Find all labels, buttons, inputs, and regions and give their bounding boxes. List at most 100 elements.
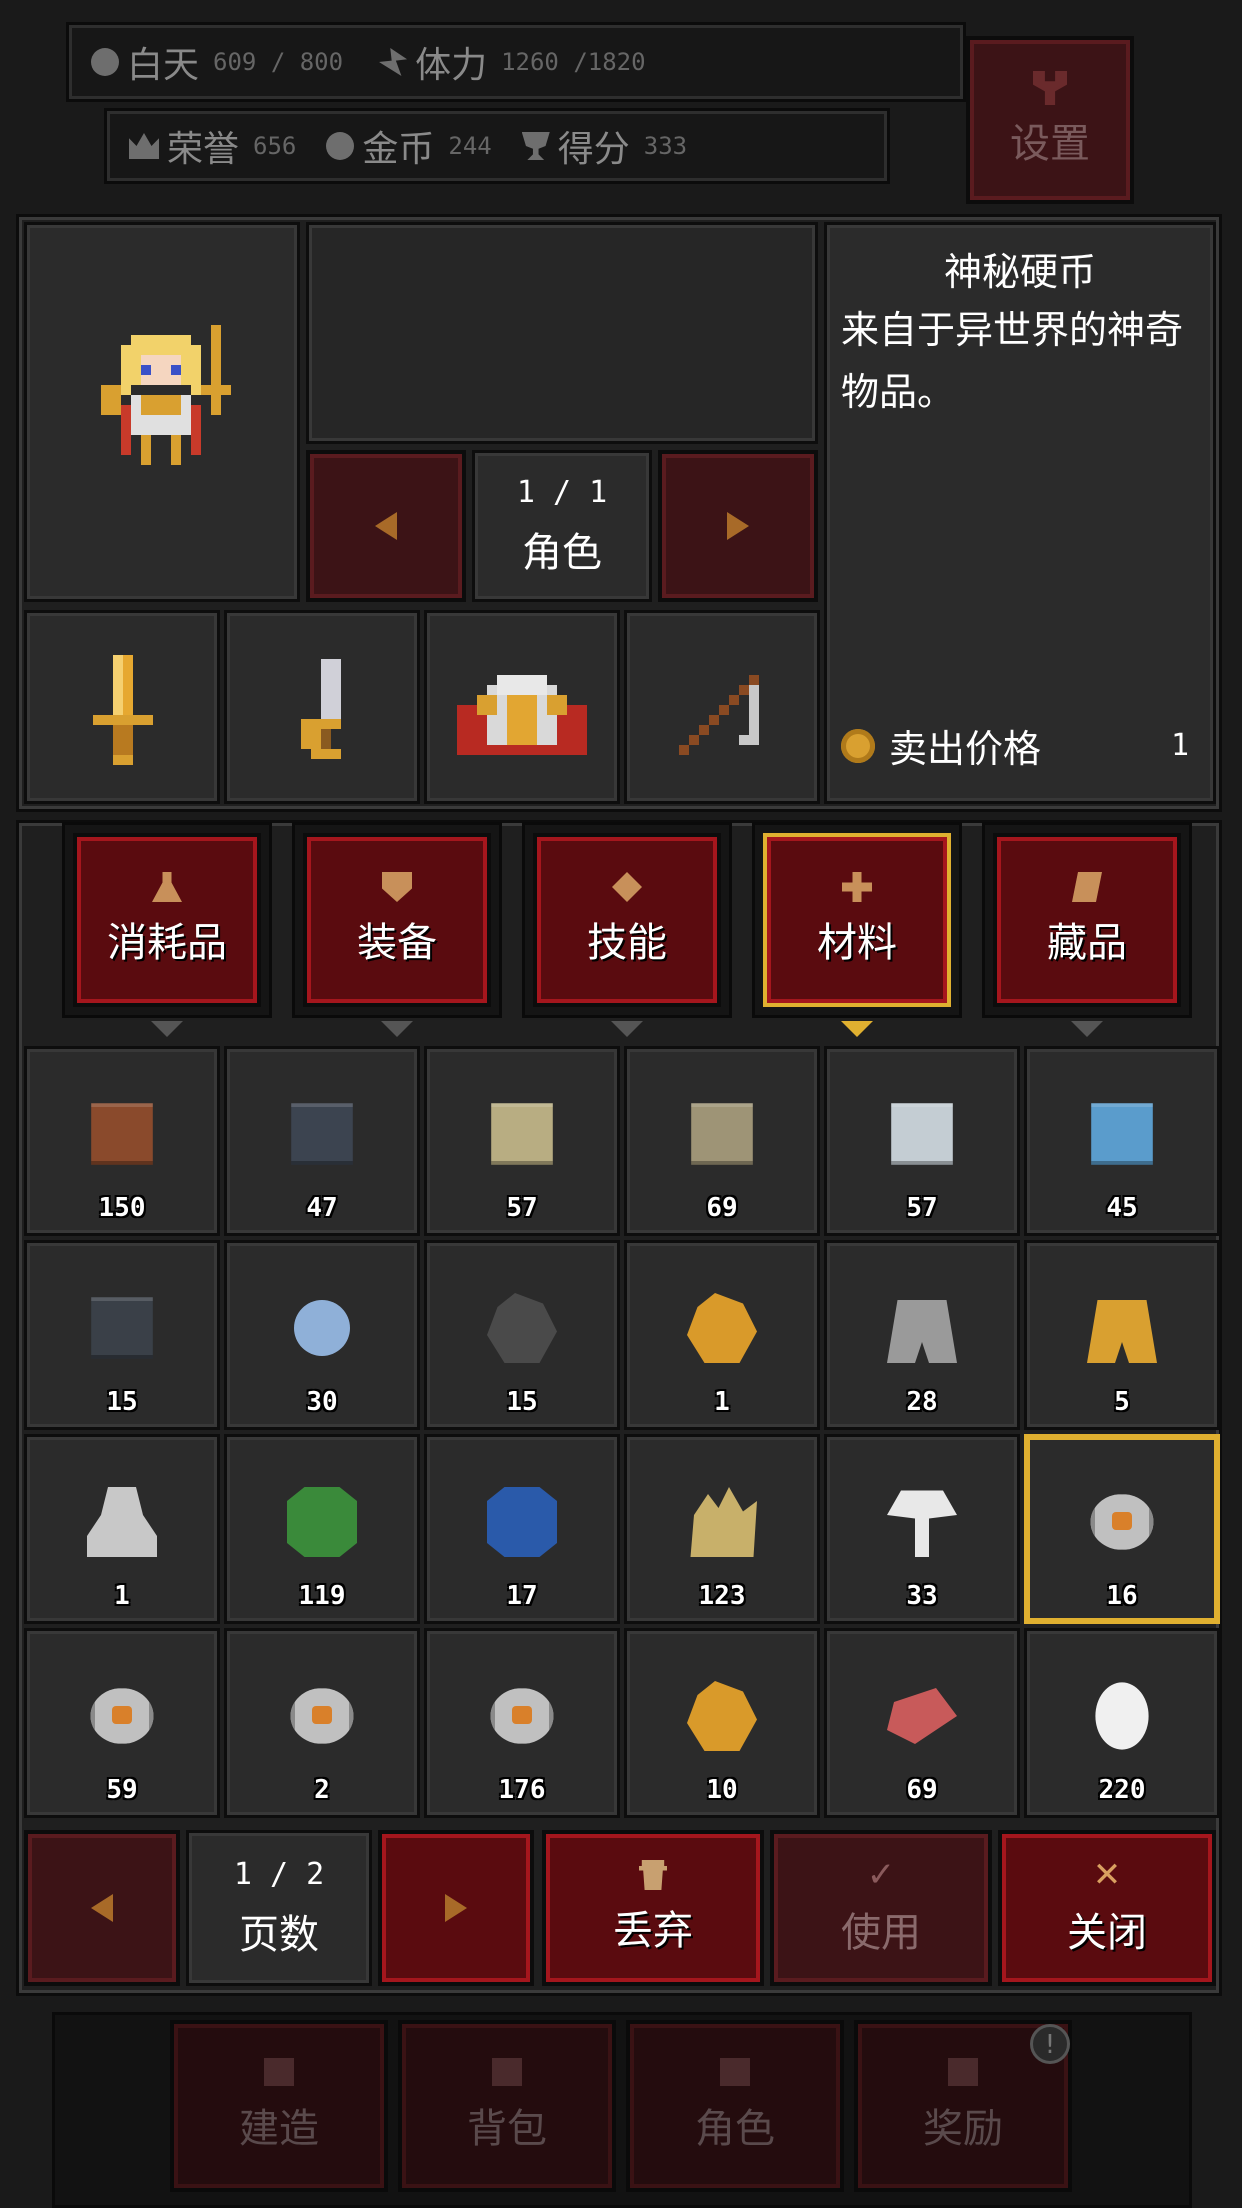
arrow-right-icon (445, 1894, 467, 1922)
mossy-stone-icon (691, 1103, 753, 1165)
item-count: 176 (498, 1775, 546, 1805)
inventory-slot[interactable]: 176 (424, 1628, 620, 1818)
sword-icon (93, 655, 153, 765)
bottom-nav-backpack[interactable]: 背包 (398, 2020, 616, 2192)
coin-emblem-icon (112, 1706, 132, 1724)
sun-icon (91, 48, 119, 76)
item-count: 1 (714, 1387, 730, 1417)
character-page-number: 1 / 1 (516, 474, 608, 510)
coin-icon (1090, 1494, 1154, 1550)
equip-slot-staff[interactable] (624, 610, 820, 804)
inventory-slot[interactable]: 15 (24, 1240, 220, 1430)
gold-label: 金币 (362, 129, 435, 170)
tab-2[interactable]: 技能 (522, 822, 732, 1037)
item-count: 28 (906, 1387, 938, 1417)
inventory-slot[interactable]: 57 (424, 1046, 620, 1236)
inventory-slot[interactable]: 1 (624, 1240, 820, 1430)
scroll-icon (1072, 872, 1102, 902)
tab-1[interactable]: 装备 (292, 822, 502, 1037)
item-detail-description: 来自于异世界的神奇物品。 (841, 308, 1184, 414)
arrow-right-icon (727, 512, 749, 540)
equip-slot-armor[interactable] (424, 610, 620, 804)
tab-pointer-icon (381, 1021, 413, 1037)
inventory-slot[interactable]: 28 (824, 1240, 1020, 1430)
gold-ore-icon (687, 1293, 757, 1363)
item-count: 57 (906, 1193, 938, 1223)
tab-button[interactable]: 装备 (303, 833, 491, 1007)
inventory-slot[interactable]: 150 (24, 1046, 220, 1236)
score-stat: 得分 333 (521, 120, 687, 172)
status-bar-bottom: 荣誉 656 金币 244 得分 333 (104, 108, 890, 184)
tab-0[interactable]: 消耗品 (62, 822, 272, 1037)
notification-badge-icon: ! (1030, 2024, 1070, 2064)
item-count: 45 (1106, 1193, 1138, 1223)
hero-sprite-icon (101, 325, 231, 465)
check-icon: ✓ (866, 1855, 896, 1895)
close-button[interactable]: ✕ 关闭 (998, 1830, 1216, 1986)
inventory-slot[interactable]: 16 (1024, 1434, 1220, 1624)
page-pager: 1 / 2 页数 (186, 1830, 372, 1986)
settings-button[interactable]: 设置 (966, 36, 1134, 204)
tab-3[interactable]: 材料 (752, 822, 962, 1037)
dagger-icon (301, 659, 341, 759)
inventory-slot[interactable]: 123 (624, 1434, 820, 1624)
inventory-slot[interactable]: 1 (24, 1434, 220, 1624)
daytime-label: 白天 (127, 45, 200, 86)
item-count: 57 (506, 1193, 538, 1223)
gear-orb-icon (294, 1300, 350, 1356)
inventory-slot[interactable]: 45 (1024, 1046, 1220, 1236)
inventory-slot[interactable]: 2 (224, 1628, 420, 1818)
page-next-button[interactable] (378, 1830, 534, 1986)
inventory-slot[interactable]: 5 (1024, 1240, 1220, 1430)
trophy-icon (521, 132, 550, 160)
inventory-slot[interactable]: 119 (224, 1434, 420, 1624)
tab-button[interactable]: 藏品 (993, 833, 1181, 1007)
tab-label: 材料 (817, 920, 897, 966)
inventory-slot[interactable]: 59 (24, 1628, 220, 1818)
brick-icon (91, 1103, 153, 1165)
reward-icon (948, 2058, 978, 2086)
amber-icon (687, 1681, 757, 1751)
tab-button[interactable]: 技能 (533, 833, 721, 1007)
sandstone-icon (491, 1103, 553, 1165)
settings-label: 设置 (1010, 121, 1090, 167)
character-portrait[interactable] (24, 222, 300, 602)
inventory-slot[interactable]: 15 (424, 1240, 620, 1430)
item-count: 30 (306, 1387, 338, 1417)
equip-slot-dagger[interactable] (224, 610, 420, 804)
inventory-slot[interactable]: 33 (824, 1434, 1020, 1624)
page-prev-button[interactable] (24, 1830, 180, 1986)
equip-slot-sword[interactable] (24, 610, 220, 804)
inventory-slot[interactable]: 69 (824, 1628, 1020, 1818)
inventory-slot[interactable]: 10 (624, 1628, 820, 1818)
bottom-nav-hammer[interactable]: 建造 (170, 2020, 388, 2192)
character-pager-label: 角色 (522, 529, 602, 576)
bottom-nav-label: 角色 (695, 2106, 775, 2152)
inventory-slot[interactable]: 57 (824, 1046, 1020, 1236)
cross-icon (842, 872, 872, 902)
tab-label: 装备 (357, 920, 437, 966)
tab-label: 技能 (587, 920, 667, 966)
item-count: 10 (706, 1775, 738, 1805)
use-label: 使用 (841, 1910, 921, 1956)
tab-button[interactable]: 消耗品 (73, 833, 261, 1007)
wrench-icon (1033, 71, 1067, 105)
bottom-nav-label: 背包 (467, 2106, 547, 2152)
inventory-slot[interactable]: 69 (624, 1046, 820, 1236)
use-button[interactable]: ✓ 使用 (770, 1830, 992, 1986)
silver-statue-icon (87, 1487, 157, 1557)
bottom-nav-character[interactable]: 角色 (626, 2020, 844, 2192)
tab-4[interactable]: 藏品 (982, 822, 1192, 1037)
tab-button[interactable]: 材料 (763, 833, 951, 1007)
inventory-slot[interactable]: 220 (1024, 1628, 1220, 1818)
inventory-slot[interactable]: 47 (224, 1046, 420, 1236)
inventory-slot[interactable]: 17 (424, 1434, 620, 1624)
character-next-button[interactable] (658, 450, 818, 602)
item-detail-name: 神秘硬币 (943, 250, 1096, 294)
inventory-slot[interactable]: 30 (224, 1240, 420, 1430)
stamina-label: 体力 (415, 45, 488, 86)
shield-icon (382, 872, 412, 902)
character-prev-button[interactable] (306, 450, 466, 602)
discard-button[interactable]: 丢弃 (542, 1830, 764, 1986)
gold-coin-icon (326, 132, 355, 160)
